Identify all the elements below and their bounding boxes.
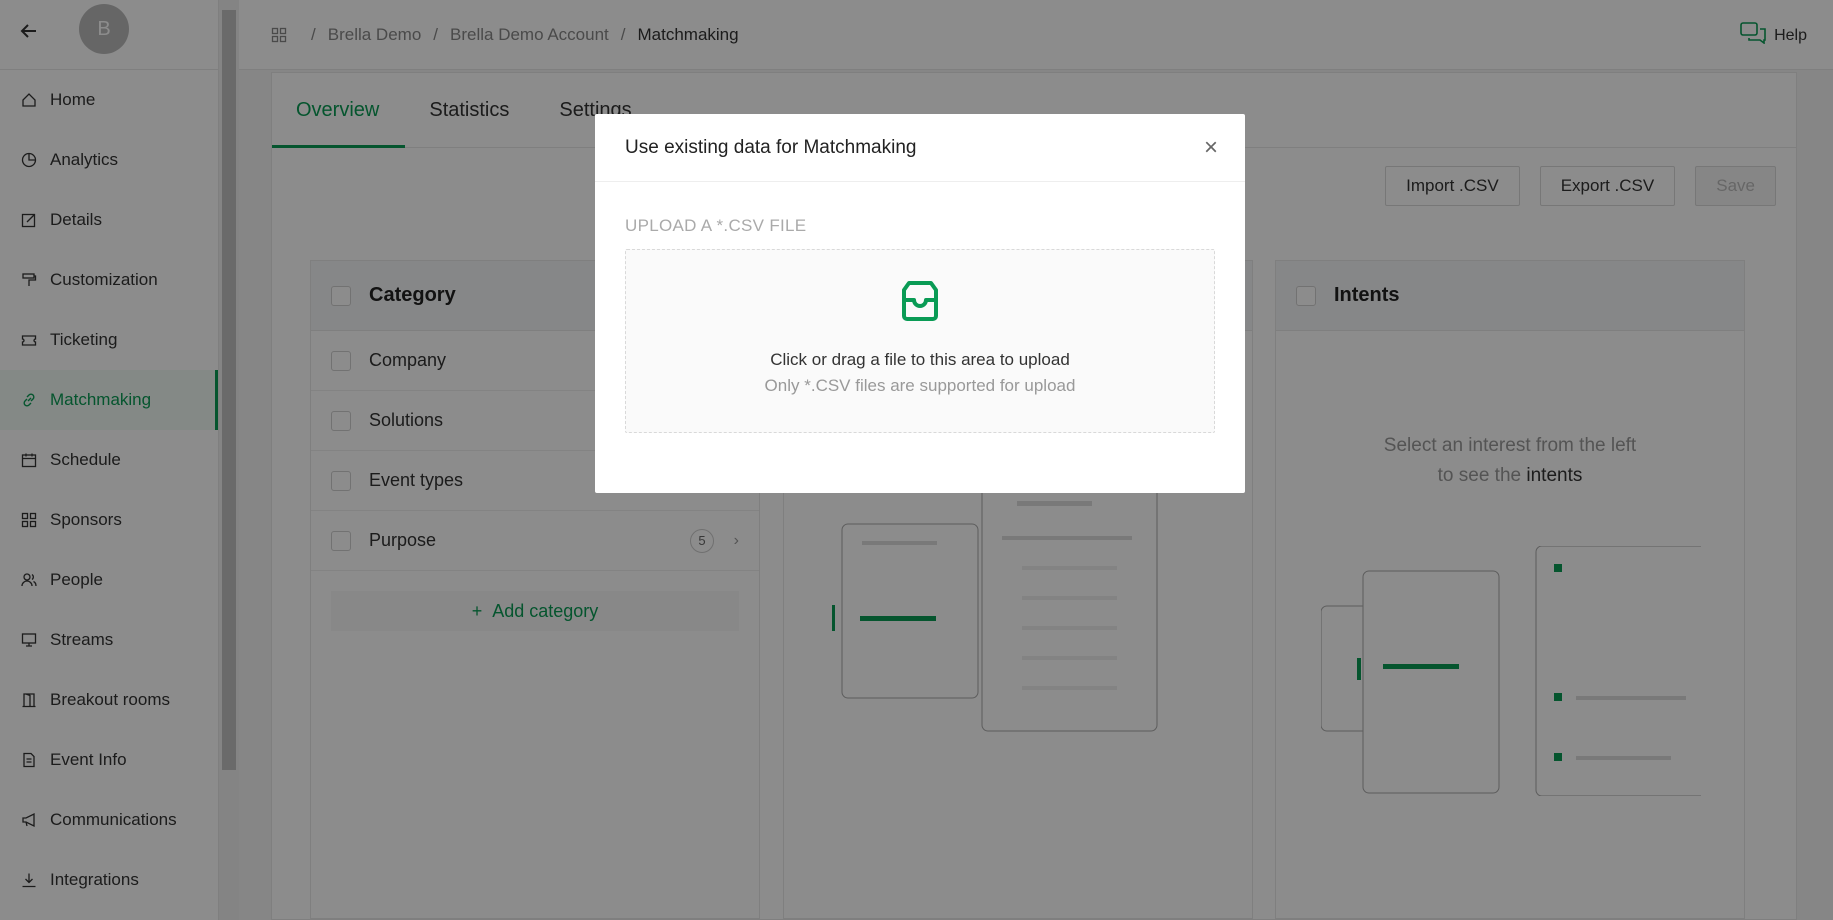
upload-modal: Use existing data for Matchmaking × UPLO… [595, 114, 1245, 493]
dropzone-hint: Only *.CSV files are supported for uploa… [764, 376, 1076, 395]
close-icon[interactable]: × [1199, 136, 1223, 160]
inbox-icon [626, 278, 1214, 328]
file-dropzone[interactable]: Click or drag a file to this area to upl… [625, 249, 1215, 433]
dropzone-text: Click or drag a file to this area to upl… [770, 350, 1070, 369]
modal-title: Use existing data for Matchmaking [625, 136, 917, 158]
modal-header: Use existing data for Matchmaking × [595, 114, 1245, 182]
upload-section-title: UPLOAD A *.CSV FILE [625, 216, 807, 235]
